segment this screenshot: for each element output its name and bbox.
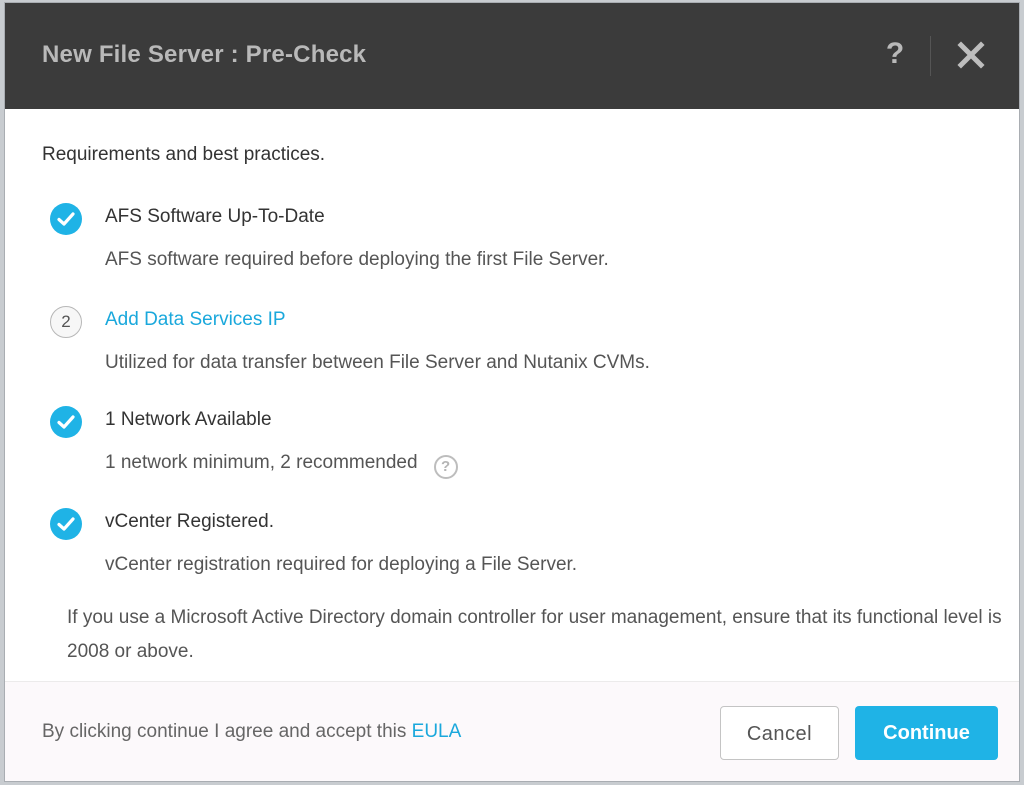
header-divider — [930, 36, 931, 76]
pre-check-dialog: New File Server : Pre-Check ? Requiremen… — [4, 2, 1020, 782]
requirement-description: Utilized for data transfer between File … — [105, 352, 650, 373]
intro-text: Requirements and best practices. — [42, 144, 326, 165]
dialog-title: New File Server : Pre-Check — [42, 41, 367, 68]
eula-agreement: By clicking continue I agree and accept … — [42, 721, 461, 743]
help-icon[interactable]: ? — [881, 36, 909, 72]
dialog-footer: By clicking continue I agree and accept … — [5, 681, 1019, 781]
requirement-description-row: 1 network minimum, 2 recommended? — [105, 452, 458, 479]
requirement-title: 1 Network Available — [105, 409, 272, 430]
requirement-description: vCenter registration required for deploy… — [105, 554, 578, 575]
check-circle-icon — [50, 508, 82, 540]
add-data-services-ip-link[interactable]: Add Data Services IP — [105, 309, 286, 331]
dialog-header: New File Server : Pre-Check ? — [5, 3, 1019, 109]
info-icon[interactable]: ? — [433, 455, 458, 479]
close-icon[interactable] — [955, 39, 987, 71]
cancel-button[interactable]: Cancel — [720, 706, 839, 760]
active-directory-note: If you use a Microsoft Active Directory … — [67, 607, 1002, 662]
requirement-title: AFS Software Up-To-Date — [105, 206, 325, 227]
requirement-description: 1 network minimum, 2 recommended — [105, 452, 418, 473]
step-number-badge: 2 — [50, 306, 82, 338]
eula-link[interactable]: EULA — [412, 721, 462, 742]
check-circle-icon — [50, 203, 82, 235]
eula-agreement-text: By clicking continue I agree and accept … — [42, 721, 412, 742]
requirement-title: vCenter Registered. — [105, 511, 274, 532]
requirement-description: AFS software required before deploying t… — [105, 249, 609, 270]
continue-button[interactable]: Continue — [855, 706, 998, 760]
check-circle-icon — [50, 406, 82, 438]
